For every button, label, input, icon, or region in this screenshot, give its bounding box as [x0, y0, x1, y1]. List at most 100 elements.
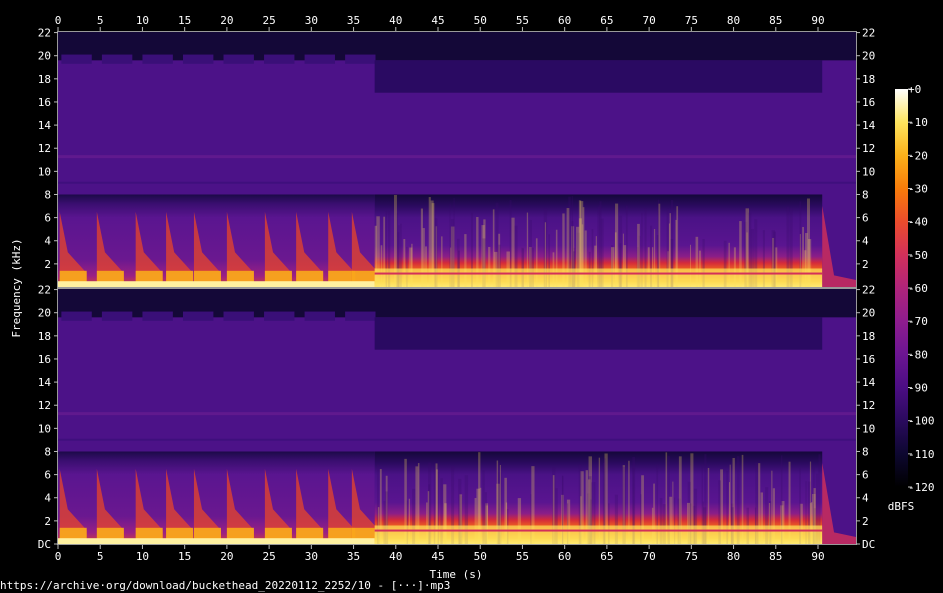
y-tick-label: 8	[862, 188, 869, 201]
hf-block	[304, 54, 335, 64]
x-tick-label: 30	[305, 550, 318, 563]
colorbar-gradient	[895, 89, 908, 487]
x-tick-label: 60	[558, 550, 571, 563]
y-tick-label: 6	[44, 212, 51, 225]
x-tick-label: 5	[97, 14, 104, 27]
hf-noise-band	[374, 317, 823, 350]
hf-block	[182, 54, 214, 64]
hf-block	[223, 311, 254, 321]
tonal-line	[374, 272, 823, 275]
x-tick-label: 15	[178, 14, 191, 27]
y-tick-label: 14	[862, 376, 876, 389]
x-tick-label: 40	[389, 14, 402, 27]
x-tick-label: 45	[431, 14, 444, 27]
y-tick-label: 4	[862, 492, 869, 505]
x-tick-label: 10	[136, 14, 149, 27]
y-tick-label: 14	[862, 119, 876, 132]
hf-block	[61, 54, 92, 64]
hf-block	[182, 311, 214, 321]
x-tick-label: 0	[55, 550, 62, 563]
hf-block	[142, 311, 173, 321]
y-tick-label: 22	[862, 284, 875, 297]
y-tick-label: 20	[862, 307, 875, 320]
x-tick-label: 80	[727, 550, 740, 563]
y-tick-label: 22	[38, 27, 51, 40]
x-tick-label: 75	[685, 14, 698, 27]
y-axis-right: 222018161412108642222018161412108642DC	[856, 27, 876, 551]
x-tick-label: 90	[811, 550, 824, 563]
colorbar-tick-label: -40	[908, 216, 928, 229]
hf-block	[142, 54, 173, 64]
x-tick-label: 45	[431, 550, 444, 563]
y-tick-label: 20	[38, 307, 51, 320]
channel-panel-2	[57, 288, 857, 545]
x-tick-label: 15	[178, 550, 191, 563]
low-band	[58, 281, 375, 287]
x-tick-label: 35	[347, 14, 360, 27]
hf-block	[345, 311, 376, 321]
x-tick-label: 30	[305, 14, 318, 27]
x-tick-label: 60	[558, 14, 571, 27]
tonal-line	[58, 155, 856, 159]
hf-block	[101, 54, 133, 64]
tonal-line	[58, 412, 856, 416]
y-tick-label: 8	[44, 188, 51, 201]
y-tick-label: 4	[44, 492, 51, 505]
y-tick-label: 20	[862, 50, 875, 63]
colorbar-tick-label: -120	[908, 481, 935, 494]
tonal-line	[58, 181, 856, 184]
x-tick-label: 20	[220, 550, 233, 563]
y-tick-label: 18	[862, 73, 875, 86]
y-tick-label: 8	[44, 445, 51, 458]
y-tick-label: 18	[862, 330, 875, 343]
lowpass-cutoff	[58, 32, 856, 61]
x-tick-label: 55	[516, 550, 529, 563]
y-tick-label: 6	[44, 469, 51, 482]
spectrogram-figure: 0 5 10 15 20 25 30 35 40 45 50 55 60 65 70 75 80 85 90 0 5 1…	[10, 14, 935, 581]
x-tick-label: 50	[474, 550, 487, 563]
x-tick-label: 25	[262, 550, 275, 563]
y-tick-label: 18	[38, 73, 51, 86]
x-tick-label: 25	[262, 14, 275, 27]
y-tick-label: 4	[862, 235, 869, 248]
x-tick-label: 65	[600, 14, 613, 27]
y-tick-label: 2	[862, 258, 869, 271]
y-tick-label: 10	[38, 422, 51, 435]
x-tick-label: 70	[642, 14, 655, 27]
x-tick-label: 75	[685, 550, 698, 563]
y-axis-label: Frequency (kHz)	[10, 238, 23, 337]
colorbar-tick-label: -90	[908, 382, 928, 395]
colorbar-tick-label: -50	[908, 249, 928, 262]
lowpass-cutoff	[58, 289, 856, 318]
x-tick-label: 35	[347, 550, 360, 563]
x-tick-label: 50	[474, 14, 487, 27]
y-tick-label: 2	[862, 515, 869, 528]
x-axis-bottom: 0 5 10 15 20 25 30 35 40 45 50 55 60 65 70 75 80 85 90	[55, 545, 825, 563]
x-tick-label: 20	[220, 14, 233, 27]
colorbar-tick-label: -110	[908, 448, 935, 461]
x-axis-top: 0 5 10 15 20 25 30 35 40 45 50 55 60 65 70 75 80 85 90	[55, 14, 825, 31]
source-caption: https://archive·org/download/buckethead_…	[0, 579, 451, 592]
x-tick-label: 55	[516, 14, 529, 27]
y-tick-label: 16	[862, 353, 875, 366]
colorbar-tick-label: -30	[908, 183, 928, 196]
y-tick-label: 10	[862, 422, 875, 435]
hf-block	[101, 311, 133, 321]
y-tick-label: 6	[862, 212, 869, 225]
colorbar-tick-label: -20	[908, 149, 928, 162]
hf-block	[345, 54, 376, 64]
tonal-line	[374, 529, 823, 532]
hf-block	[61, 311, 92, 321]
y-tick-label: 14	[38, 376, 52, 389]
y-tick-label: 18	[38, 330, 51, 343]
y-tick-label: DC	[38, 538, 51, 551]
hf-noise-band	[374, 60, 823, 93]
hf-block	[264, 311, 295, 321]
dense-low-band	[374, 268, 823, 287]
colorbar: +0 -10 -20 -30 -40 -50 -60 -70 -80 -90 -100 -110 -12…	[888, 83, 935, 513]
low-band	[58, 538, 375, 544]
colorbar-tick-label: -100	[908, 415, 935, 428]
y-tick-label: 4	[44, 235, 51, 248]
hf-block	[304, 311, 335, 321]
y-axis-left: 222018161412108642222018161412108642DC	[38, 27, 58, 551]
